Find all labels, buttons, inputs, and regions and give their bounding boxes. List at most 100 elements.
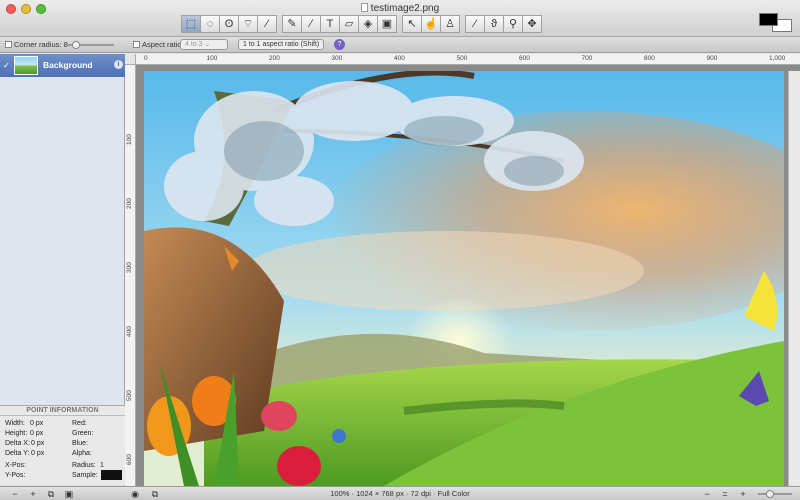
eraser-tool-button[interactable]: ▱ — [339, 15, 359, 33]
ruler-v-label: 300 — [126, 262, 133, 273]
zoom-out-button[interactable]: − — [700, 488, 714, 500]
magic-wand-icon: ⁄ — [266, 17, 268, 30]
rect-select-icon: ⬚ — [185, 17, 197, 30]
image-editor-window: testimage2.png ⬚ ◌ ʘ ⌔ ⁄ ✎ ∕ T ▱ ◈ ▣ ↖ ☝ ♙ ⁄ ϑ ⚲ ✥ Corner… — [0, 0, 800, 500]
vertical-ruler: 100 200 300 400 500 600 — [125, 65, 136, 486]
green-label: Green: — [72, 430, 94, 437]
width-label: Width: — [5, 420, 25, 427]
corner-radius-slider[interactable] — [66, 41, 114, 49]
help-button[interactable]: ? — [334, 39, 345, 50]
ruler-h-label: 500 — [456, 55, 468, 62]
ruler-h-label: 400 — [394, 55, 405, 62]
delta-x-label: Delta X: — [5, 440, 30, 447]
polygon-lasso-icon: ⌔ — [242, 17, 254, 30]
width-value: 0 px — [30, 420, 44, 427]
stamp-tool-button[interactable]: ♙ — [440, 15, 460, 33]
ruler-corner — [125, 54, 136, 65]
rect-select-tool-button[interactable]: ⬚ — [181, 15, 201, 33]
ruler-h-label: 1,000 — [769, 55, 786, 62]
info-icon[interactable]: i — [114, 60, 123, 69]
eraser-icon: ▱ — [344, 17, 354, 30]
ruler-v-label: 100 — [126, 134, 133, 145]
delta-y-label: Delta Y: — [5, 450, 30, 457]
eyedropper-tool-button[interactable]: ⁄ — [465, 15, 485, 33]
text-tool-button[interactable]: T — [320, 15, 340, 33]
layers-sidebar: ✓ Background i POINT INFORMATION Width: … — [0, 54, 125, 486]
move-layer-tool-button[interactable]: ☝ — [421, 15, 441, 33]
paint-bucket-tool-button[interactable]: ◈ — [358, 15, 378, 33]
checkmark-icon[interactable]: ✓ — [3, 61, 10, 70]
ruler-h-label: 100 — [206, 55, 218, 62]
layer-thumbnail — [14, 56, 38, 75]
brush-tool-button[interactable]: ∕ — [301, 15, 321, 33]
ellipse-select-tool-button[interactable]: ◌ — [200, 15, 220, 33]
spring-landscape-image — [144, 71, 784, 486]
move-selection-icon: ↖ — [407, 17, 417, 30]
y-pos-label: Y-Pos: — [5, 472, 26, 479]
zoom-icon: ⚲ — [508, 17, 518, 30]
ruler-v-label: 500 — [126, 390, 133, 401]
color-swatches[interactable] — [759, 13, 795, 33]
eyedropper-icon: ⁄ — [474, 17, 476, 30]
gradient-icon: ▣ — [381, 17, 393, 30]
layer-row-background[interactable]: ✓ Background i — [0, 54, 125, 77]
slider-knob[interactable] — [72, 41, 80, 49]
image-canvas[interactable] — [144, 71, 784, 486]
ruler-v-label: 200 — [126, 198, 133, 209]
pan-tool-button[interactable]: ✥ — [522, 15, 542, 33]
polygon-lasso-tool-button[interactable]: ⌔ — [238, 15, 258, 33]
stamp-icon: ♙ — [445, 17, 455, 30]
zoom-fit-button[interactable]: = — [718, 488, 732, 500]
lasso-tool-button[interactable]: ʘ — [219, 15, 239, 33]
zoom-slider-knob[interactable] — [766, 490, 774, 498]
magic-wand-tool-button[interactable]: ⁄ — [257, 15, 277, 33]
ruler-h-label: 900 — [706, 55, 718, 62]
title-bar: testimage2.png ⬚ ◌ ʘ ⌔ ⁄ ✎ ∕ T ▱ ◈ ▣ ↖ ☝ ♙ ⁄ ϑ ⚲ ✥ — [0, 0, 800, 37]
delta-x-value: 0 px — [31, 440, 45, 447]
height-label: Height: — [5, 430, 28, 437]
pan-icon: ✥ — [527, 17, 537, 30]
text-icon: T — [326, 17, 334, 30]
pencil-tool-button[interactable]: ✎ — [282, 15, 302, 33]
radius-label: Radius: — [72, 462, 96, 469]
gradient-tool-button[interactable]: ▣ — [377, 15, 397, 33]
aspect-ratio-checkbox[interactable] — [133, 41, 140, 48]
ruler-h-label: 0 — [144, 55, 148, 62]
smudge-tool-button[interactable]: ϑ — [484, 15, 504, 33]
corner-radius-option[interactable]: Corner radius: 8 — [5, 40, 68, 49]
height-value: 0 px — [30, 430, 44, 437]
alpha-label: Alpha: — [72, 450, 92, 457]
move-layer-icon: ☝ — [424, 17, 438, 30]
ruler-h-label: 700 — [581, 55, 593, 62]
aspect-ratio-option[interactable]: Aspect ratio: — [133, 40, 184, 49]
sample-color-swatch — [101, 470, 122, 480]
zoom-in-button[interactable]: + — [736, 488, 750, 500]
point-information-panel: POINT INFORMATION Width: 0 px Red: Heigh… — [0, 405, 125, 485]
ruler-h-label: 600 — [519, 55, 530, 62]
lasso-icon: ʘ — [224, 17, 234, 30]
layer-name: Background — [43, 60, 93, 70]
ruler-h-label: 800 — [644, 55, 655, 62]
ruler-v-label: 400 — [126, 326, 133, 337]
red-label: Red: — [72, 420, 87, 427]
corner-radius-checkbox[interactable] — [5, 41, 12, 48]
vertical-scrollbar[interactable] — [788, 71, 800, 486]
bottom-bar: − + ⧉ ▣ ◉ ⧉ 100% · 1024 × 768 px · 72 dp… — [0, 486, 800, 500]
brush-icon: ∕ — [310, 17, 312, 30]
window-title: testimage2.png — [0, 3, 800, 14]
smudge-icon: ϑ — [490, 17, 497, 30]
tool-palette: ⬚ ◌ ʘ ⌔ ⁄ ✎ ∕ T ▱ ◈ ▣ ↖ ☝ ♙ ⁄ ϑ ⚲ ✥ — [181, 15, 542, 33]
move-selection-tool-button[interactable]: ↖ — [402, 15, 422, 33]
foreground-color-swatch[interactable] — [759, 13, 778, 26]
zoom-slider[interactable] — [758, 490, 792, 498]
zoom-tool-button[interactable]: ⚲ — [503, 15, 523, 33]
ruler-h-label: 300 — [331, 55, 343, 62]
aspect-preset-select[interactable]: 1 to 1 aspect ratio (Shift) — [238, 39, 325, 50]
aspect-ratio-select[interactable]: 4 to 3 ⌄ — [180, 39, 228, 50]
blue-label: Blue: — [72, 440, 88, 447]
panel-header: POINT INFORMATION — [0, 406, 125, 416]
horizontal-ruler: 0 100 200 300 400 500 600 700 800 900 1,000 — [136, 54, 800, 65]
image-status: 100% · 1024 × 768 px · 72 dpi · Full Col… — [330, 489, 470, 498]
sample-label: Sample: — [72, 472, 98, 479]
tool-options-bar: Corner radius: 8 Aspect ratio: 4 to 3 ⌄ … — [0, 37, 800, 53]
